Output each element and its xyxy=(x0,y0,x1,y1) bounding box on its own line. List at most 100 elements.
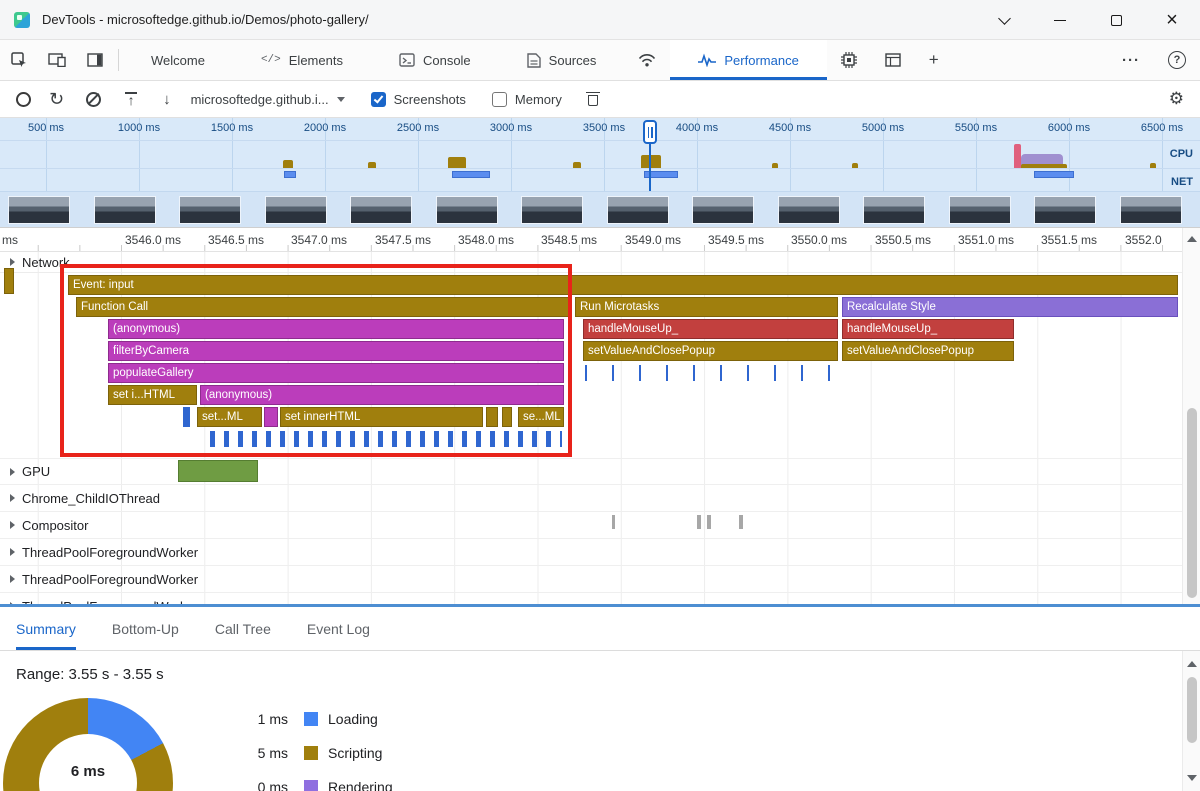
track-chrome-childiothread[interactable]: Chrome_ChildIOThread xyxy=(0,484,1182,511)
tab-label: Elements xyxy=(288,52,343,68)
tracks-scrollbar[interactable] xyxy=(1182,228,1200,604)
screenshot-thumbnail[interactable] xyxy=(1034,196,1096,224)
cpu-activity xyxy=(641,155,661,168)
delete-recording-button[interactable] xyxy=(585,91,600,107)
tab-console[interactable]: Console xyxy=(371,40,499,80)
dock-chevron-button[interactable] xyxy=(976,0,1032,40)
screenshot-thumbnail[interactable] xyxy=(692,196,754,224)
network-request-fragment[interactable] xyxy=(4,268,14,294)
more-tabs-button[interactable]: + xyxy=(915,40,953,80)
maximize-button[interactable] xyxy=(1088,0,1144,40)
screenshots-label[interactable]: Screenshots xyxy=(394,92,466,107)
compositor-event-mark xyxy=(739,515,743,529)
screenshot-thumbnail[interactable] xyxy=(1120,196,1182,224)
screenshot-thumbnail[interactable] xyxy=(265,196,327,224)
net-activity xyxy=(452,171,490,178)
inspect-element-button[interactable] xyxy=(0,40,38,80)
screenshot-thumbnail[interactable] xyxy=(521,196,583,224)
screenshots-checkbox[interactable] xyxy=(370,91,386,107)
inspect-icon xyxy=(11,52,26,67)
load-profile-button[interactable]: ↑ xyxy=(125,92,138,108)
more-options-icon: ··· xyxy=(1122,51,1140,69)
track-threadpool-worker-1[interactable]: ThreadPoolForegroundWorker xyxy=(0,538,1182,565)
track-worker-label: ThreadPoolForegroundWorker xyxy=(22,571,199,587)
disclosure-triangle-icon xyxy=(10,575,15,583)
tab-welcome[interactable]: Welcome xyxy=(123,40,233,80)
track-threadpool-worker-3[interactable]: ThreadPoolForegroundWorker xyxy=(0,592,1182,604)
flame-micro-events[interactable] xyxy=(585,365,830,381)
tab-event-log[interactable]: Event Log xyxy=(307,607,370,650)
page-select-dropdown[interactable]: microsoftedge.github.i... xyxy=(191,92,345,107)
tab-application[interactable] xyxy=(871,40,915,80)
scrollbar-thumb[interactable] xyxy=(1187,677,1197,743)
flame-bar-recalculate-style[interactable]: Recalculate Style xyxy=(842,297,1178,317)
tab-elements[interactable]: </> Elements xyxy=(233,40,371,80)
clear-recording-button[interactable] xyxy=(86,91,102,107)
track-compositor[interactable]: Compositor xyxy=(0,511,1182,538)
screenshot-thumbnail[interactable] xyxy=(949,196,1011,224)
save-profile-button[interactable]: ↓ xyxy=(163,91,171,108)
overview-tick: 5500 ms xyxy=(954,122,998,134)
close-button[interactable]: × xyxy=(1144,0,1200,40)
tab-label: Performance xyxy=(724,52,799,68)
ruler-minor-ticks xyxy=(0,245,1182,251)
arrow-up-icon: ↑ xyxy=(127,92,135,108)
tab-sources[interactable]: Sources xyxy=(499,40,625,80)
net-activity xyxy=(284,171,296,178)
tab-performance[interactable]: Performance xyxy=(670,40,828,80)
scrollbar-thumb[interactable] xyxy=(1187,408,1197,598)
overview-tick: 2500 ms xyxy=(396,122,440,134)
tab-call-tree[interactable]: Call Tree xyxy=(215,607,271,650)
flame-bar-run-microtasks[interactable]: Run Microtasks xyxy=(575,297,838,317)
reload-and-record-button[interactable]: ↻ xyxy=(49,90,64,108)
tab-memory[interactable] xyxy=(827,40,871,80)
net-activity xyxy=(1034,171,1074,178)
legend-row-loading: 1 ms Loading xyxy=(228,711,378,727)
device-emulation-button[interactable] xyxy=(38,40,76,80)
screenshot-thumbnail[interactable] xyxy=(863,196,925,224)
annotation-highlight-box xyxy=(60,264,572,457)
flame-bar-handle-mouse-up[interactable]: handleMouseUp_ xyxy=(583,319,838,339)
cpu-activity xyxy=(852,163,858,168)
screenshot-thumbnail[interactable] xyxy=(607,196,669,224)
gpu-activity-bar[interactable] xyxy=(178,460,258,482)
cpu-activity xyxy=(772,163,778,168)
scrollbar-up-icon[interactable] xyxy=(1187,661,1197,667)
screenshot-thumbnail[interactable] xyxy=(8,196,70,224)
help-button[interactable]: ? xyxy=(1154,40,1200,80)
screenshot-thumbnail[interactable] xyxy=(436,196,498,224)
overview-scrubber-handle[interactable] xyxy=(643,120,657,144)
screenshot-thumbnail[interactable] xyxy=(179,196,241,224)
flame-bar-set-value-close-popup[interactable]: setValueAndClosePopup xyxy=(842,341,1014,361)
scrollbar-down-icon[interactable] xyxy=(1187,775,1197,781)
toolbar-divider xyxy=(118,49,119,71)
scrollbar-up-icon[interactable] xyxy=(1187,236,1197,242)
tab-network[interactable] xyxy=(624,40,670,80)
summary-scrollbar[interactable] xyxy=(1182,651,1200,791)
arrow-down-icon: ↓ xyxy=(163,90,171,108)
tab-bottom-up[interactable]: Bottom-Up xyxy=(112,607,179,650)
record-button[interactable] xyxy=(16,91,31,107)
screenshot-thumbnail[interactable] xyxy=(350,196,412,224)
close-icon: × xyxy=(1166,9,1178,31)
checkmark-icon xyxy=(373,92,383,104)
focus-mode-button[interactable] xyxy=(76,40,114,80)
capture-settings-button[interactable]: ⚙ xyxy=(1169,89,1184,109)
cpu-activity xyxy=(448,157,466,168)
timeline-overview[interactable]: 500 ms 1000 ms 1500 ms 2000 ms 2500 ms 3… xyxy=(0,118,1200,192)
tab-summary[interactable]: Summary xyxy=(16,607,76,650)
screenshot-thumbnail[interactable] xyxy=(94,196,156,224)
net-row-label: NET xyxy=(1171,176,1193,188)
flame-bar-set-value-close-popup[interactable]: setValueAndClosePopup xyxy=(583,341,838,361)
track-threadpool-worker-2[interactable]: ThreadPoolForegroundWorker xyxy=(0,565,1182,592)
tab-label: Sources xyxy=(548,52,597,68)
scripting-swatch-icon xyxy=(304,746,318,760)
memory-checkbox[interactable] xyxy=(491,91,507,107)
more-options-button[interactable]: ··· xyxy=(1108,40,1154,80)
screenshot-thumbnail[interactable] xyxy=(778,196,840,224)
legend-row-scripting: 5 ms Scripting xyxy=(228,745,383,761)
memory-label[interactable]: Memory xyxy=(515,92,562,107)
flame-bar-handle-mouse-up[interactable]: handleMouseUp_ xyxy=(842,319,1014,339)
legend-row-rendering: 0 ms Rendering xyxy=(228,779,393,791)
minimize-button[interactable] xyxy=(1032,0,1088,40)
